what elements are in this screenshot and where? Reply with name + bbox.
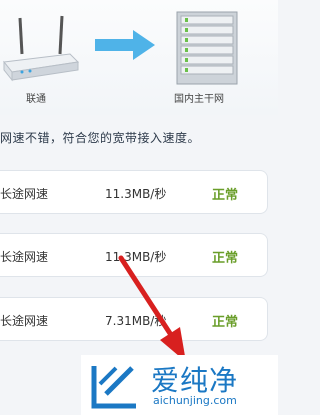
arrow-right-icon [95, 30, 155, 60]
row-name: 长途网速 [0, 187, 49, 201]
logo-mark-icon [91, 366, 136, 409]
speed-row: 长途网速 7.31MB/秒 正常 [0, 297, 268, 341]
speed-row: 长途网速 11.3MB/秒 正常 [0, 233, 268, 277]
site-watermark: 爱纯净 aichunjing.com [81, 355, 278, 415]
backbone-caption: 国内主干网 [174, 94, 224, 105]
row-status: 正常 [212, 251, 239, 266]
row-status: 正常 [212, 315, 239, 330]
isp-caption: 联通 [26, 94, 46, 105]
speed-verdict-text: 网速不错，符合您的宽带接入速度。 [0, 131, 201, 145]
network-diagram: 联通 国内主干网 [0, 0, 278, 115]
row-name: 长途网速 [0, 250, 49, 264]
row-status: 正常 [212, 188, 239, 203]
watermark-url: aichunjing.com [153, 394, 237, 407]
router-icon [3, 15, 80, 82]
watermark-name: 爱纯净 [151, 364, 239, 397]
row-speed: 11.3MB/秒 [105, 187, 167, 201]
row-speed: 7.31MB/秒 [105, 314, 167, 328]
server-rack-icon [176, 11, 238, 85]
speed-row: 长途网速 11.3MB/秒 正常 [0, 170, 268, 214]
row-speed: 11.3MB/秒 [105, 250, 167, 264]
row-name: 长途网速 [0, 314, 49, 328]
